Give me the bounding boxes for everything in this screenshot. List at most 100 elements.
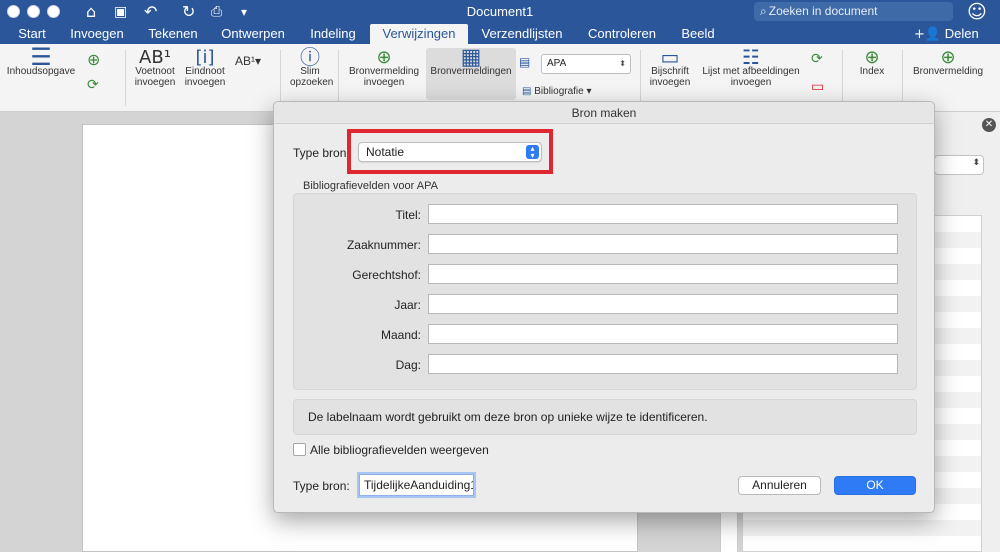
ribbon-separator bbox=[125, 50, 126, 106]
smart-lookup-button[interactable]: ⓘ Slim opzoeken bbox=[290, 45, 334, 88]
tag-name-label: Type bron: bbox=[293, 479, 350, 493]
insert-table-of-figures-button[interactable]: ☷ Lijst met afbeeldingen invoegen bbox=[697, 45, 805, 88]
show-all-fields-checkbox[interactable] bbox=[293, 443, 306, 456]
ok-button[interactable]: OK bbox=[834, 476, 916, 495]
case-number-field[interactable] bbox=[428, 234, 898, 254]
citations-icon: ▦ bbox=[460, 45, 482, 70]
case-number-label: Zaaknummer: bbox=[346, 238, 421, 252]
update-table-icon[interactable]: ⟳ bbox=[87, 78, 99, 92]
index-icon: ⊕ bbox=[864, 47, 880, 68]
source-type-label: Type bron bbox=[293, 146, 347, 160]
cancel-button[interactable]: Annuleren bbox=[738, 476, 821, 495]
highlight-box bbox=[347, 129, 553, 174]
tag-info-text: De labelnaam wordt gebruikt om deze bron… bbox=[293, 399, 917, 435]
search-placeholder: Zoeken in document bbox=[768, 4, 878, 18]
year-label: Jaar: bbox=[394, 298, 421, 312]
pane-style-select[interactable]: ⬍ bbox=[934, 155, 984, 175]
tag-name-input[interactable]: TijdelijkeAanduiding1 bbox=[359, 474, 474, 496]
show-all-fields-label[interactable]: Alle bibliografievelden weergeven bbox=[310, 443, 489, 457]
create-source-dialog: Bron maken Type bron Notatie ▴ ▾ Bibliogr… bbox=[273, 101, 935, 513]
table-of-figures-label-2: invoegen bbox=[730, 77, 772, 88]
day-field[interactable] bbox=[428, 354, 898, 374]
endnote-icon: [i] bbox=[195, 47, 215, 68]
smart-lookup-icon: ⓘ bbox=[300, 45, 320, 69]
insert-citation-label-1: Bronvermelding bbox=[348, 66, 420, 77]
update-table-icon[interactable]: ⟳ bbox=[811, 52, 823, 66]
month-label: Maand: bbox=[380, 328, 421, 342]
title-bar: ⌂ ▣ ↶ ↻ ⎙ ▾ Document1 ⌕ Zoeken in documen… bbox=[0, 0, 1000, 24]
stepper-icon: ⬍ bbox=[619, 59, 626, 68]
tab-verzendlijsten[interactable]: Verzendlijsten bbox=[474, 24, 570, 44]
ribbon-separator bbox=[338, 50, 339, 106]
share-button[interactable]: +👤 Delen bbox=[914, 24, 979, 44]
insert-caption-button[interactable]: ▭ Bijschrift invoegen bbox=[646, 45, 694, 88]
caption-label-1: Bijschrift bbox=[651, 66, 689, 77]
tab-start[interactable]: Start bbox=[10, 24, 54, 44]
search-input[interactable]: ⌕ Zoeken in document bbox=[754, 2, 953, 21]
tab-indeling[interactable]: Indeling bbox=[300, 24, 366, 44]
footnote-label-2: invoegen bbox=[134, 77, 176, 88]
ribbon-separator bbox=[280, 50, 281, 106]
next-footnote-icon[interactable]: AB¹▾ bbox=[235, 55, 261, 67]
toc-label: Inhoudsopgave bbox=[6, 66, 76, 77]
title-field[interactable] bbox=[428, 204, 898, 224]
citations-label: Bronvermeldingen bbox=[430, 66, 512, 77]
ribbon-separator bbox=[640, 50, 641, 106]
smart-lookup-label-1: Slim bbox=[300, 66, 320, 77]
endnote-label-2: invoegen bbox=[184, 77, 226, 88]
bibliography-label: Bibliografie bbox=[534, 86, 584, 97]
tab-verwijzingen[interactable]: Verwijzingen bbox=[370, 24, 468, 44]
table-of-figures-icon: ☷ bbox=[742, 45, 760, 69]
tab-invoegen[interactable]: Invoegen bbox=[64, 24, 130, 44]
day-label: Dag: bbox=[395, 358, 421, 372]
endnote-label-1: Eindnoot bbox=[185, 66, 225, 77]
table-of-figures-label-1: Lijst met afbeeldingen bbox=[702, 66, 800, 77]
ribbon-separator bbox=[842, 50, 843, 106]
insert-endnote-button[interactable]: [i] Eindnoot invoegen bbox=[181, 47, 229, 89]
ribbon-tabs: Start Invoegen Tekenen Ontwerpen Indelin… bbox=[0, 24, 1000, 44]
close-pane-icon[interactable]: ✕ bbox=[982, 118, 996, 132]
footnote-icon: AB¹ bbox=[139, 47, 171, 68]
caption-label-2: invoegen bbox=[649, 77, 691, 88]
footnote-label-1: Voetnoot bbox=[135, 66, 175, 77]
ribbon-separator bbox=[902, 50, 903, 106]
search-icon: ⌕ bbox=[760, 4, 767, 18]
tab-tekenen[interactable]: Tekenen bbox=[140, 24, 206, 44]
stepper-icon: ⬍ bbox=[972, 158, 980, 168]
citations-button[interactable]: ▦ Bronvermeldingen bbox=[426, 45, 516, 100]
share-label: Delen bbox=[944, 26, 979, 41]
insert-citation-label-2: invoegen bbox=[363, 77, 405, 88]
smart-lookup-label-2: opzoeken bbox=[290, 77, 334, 88]
cross-reference-icon[interactable]: ▭ bbox=[811, 80, 824, 94]
tab-beeld[interactable]: Beeld bbox=[674, 24, 722, 44]
bibliography-fields-group: Titel: Zaaknummer: Gerechtshof: Jaar: Ma… bbox=[293, 193, 917, 390]
court-label: Gerechtshof: bbox=[352, 268, 421, 282]
insert-citation-button[interactable]: ⊕ Bronvermelding invoegen bbox=[346, 47, 422, 89]
tab-ontwerpen[interactable]: Ontwerpen bbox=[213, 24, 293, 44]
insert-footnote-button[interactable]: AB¹ Voetnoot invoegen bbox=[131, 47, 179, 89]
title-label: Titel: bbox=[395, 208, 421, 222]
smiley-feedback-icon[interactable]: ☺ bbox=[967, 1, 987, 23]
caption-icon: ▭ bbox=[660, 45, 680, 69]
citation-right-button[interactable]: ⊕ Bronvermelding bbox=[908, 47, 988, 78]
index-label: Index bbox=[859, 66, 885, 77]
dialog-title: Bron maken bbox=[274, 102, 934, 124]
add-person-icon: +👤 bbox=[914, 27, 942, 42]
insert-citation-icon: ⊕ bbox=[376, 47, 392, 68]
court-field[interactable] bbox=[428, 264, 898, 284]
year-field[interactable] bbox=[428, 294, 898, 314]
bibliography-style-value: APA bbox=[547, 58, 567, 69]
table-of-contents-button[interactable]: ☰ Inhoudsopgave bbox=[4, 43, 78, 77]
citation-right-icon: ⊕ bbox=[940, 47, 956, 68]
month-field[interactable] bbox=[428, 324, 898, 344]
bibliography-icon: ▤ bbox=[522, 86, 532, 97]
fields-group-caption: Bibliografievelden voor APA bbox=[303, 180, 438, 192]
tab-controleren[interactable]: Controleren bbox=[580, 24, 664, 44]
bibliography-style-select[interactable]: APA ⬍ bbox=[541, 54, 631, 74]
bibliography-button[interactable]: ▤ Bibliografie ▾ bbox=[522, 86, 592, 97]
citation-right-label: Bronvermelding bbox=[912, 66, 984, 77]
manage-sources-icon[interactable]: ▤ bbox=[519, 56, 530, 68]
table-of-contents-icon: ☰ bbox=[30, 43, 52, 71]
add-text-icon[interactable]: ⊕ bbox=[87, 52, 100, 68]
index-button[interactable]: ⊕ Index bbox=[852, 47, 892, 78]
